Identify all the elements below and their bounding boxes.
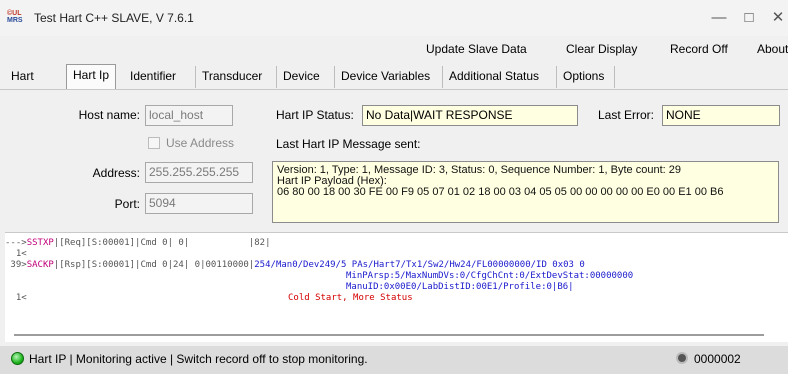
message-payload-hex: 06 80 00 18 00 30 FE 00 F9 05 07 01 02 1… [277,186,724,198]
log-arrow: ---> [5,238,27,248]
host-name-label: Host name: [78,108,140,122]
log-sackp: SACKP [26,260,54,270]
tab-separator [614,66,616,88]
log-sstxp: SSTXP [26,238,54,248]
last-error-label: Last Error: [598,108,655,122]
logo-line1: ©UL [7,10,22,17]
tab-options[interactable]: Options [556,66,610,88]
log-count: 39> [5,260,27,270]
use-address-checkbox[interactable] [148,137,160,149]
window-title: Test Hart C++ SLAVE, V 7.6.1 [34,11,194,25]
maximize-icon[interactable]: □ [734,8,764,28]
title-bar: ©UL MRS Test Hart C++ SLAVE, V 7.6.1 — □… [0,0,788,36]
port-input[interactable]: 5094 [145,193,253,214]
clear-display-button[interactable]: Clear Display [566,42,637,56]
message-counter: 0000002 [694,352,741,366]
log-decoded-line: 254/Man0/Dev249/5 PAs/Hart7/Tx1/Sw2/Hw24… [254,260,585,270]
log-response-line: |[Rsp][S:00001]|Cmd 0|24| 0|00110000| [53,260,255,270]
tab-additional-status[interactable]: Additional Status [442,66,545,88]
log-status-text: Cold Start, More Status [288,293,413,303]
last-message-box: Version: 1, Type: 1, Message ID: 3, Stat… [272,161,779,223]
tab-strip-border [0,89,788,90]
tab-hart-ip[interactable]: Hart Ip [66,64,117,89]
app-window: ©UL MRS Test Hart C++ SLAVE, V 7.6.1 — □… [0,0,788,374]
hart-ip-status-label: Hart IP Status: [276,108,354,122]
last-message-label: Last Hart IP Message sent: [276,137,421,151]
log-line: 1< [5,249,27,259]
log-horizontal-scrollbar[interactable] [14,334,764,336]
address-label: Address: [92,166,140,180]
tab-identifier[interactable]: Identifier [124,66,182,88]
log-request-line: |[Req][S:00001]|Cmd 0| 0| |82| [53,238,271,248]
status-led-icon [11,352,24,365]
record-off-button[interactable]: Record Off [670,42,728,56]
counter-icon [676,352,688,364]
close-icon[interactable]: ✕ [763,8,788,28]
about-button[interactable]: About [757,42,788,56]
logo-line2: MRS [7,17,23,24]
tab-device-variables[interactable]: Device Variables [334,66,436,88]
app-logo: ©UL MRS [7,10,27,26]
tab-device[interactable]: Device [276,66,326,88]
status-text: Hart IP | Monitoring active | Switch rec… [29,352,368,366]
minimize-icon[interactable]: — [704,8,734,28]
last-error-field: NONE [662,105,780,126]
tab-hart[interactable]: Hart [5,66,40,88]
tab-transducer[interactable]: Transducer [195,66,268,88]
use-address-label: Use Address [166,136,235,150]
host-name-input[interactable]: local_host [145,105,233,126]
port-label: Port: [114,197,140,211]
traffic-log[interactable]: --->SSTXP|[Req][S:00001]|Cmd 0| 0| |82| … [5,232,788,342]
log-decoded-line: ManuID:0x00E0/LabDistID:00E1/Profile:0|B… [346,282,574,292]
address-input[interactable]: 255.255.255.255 [145,162,253,183]
update-slave-data-button[interactable]: Update Slave Data [426,42,527,56]
log-line: 1< [5,293,27,303]
log-decoded-line: MinPArsp:5/MaxNumDVs:0/CfgChCnt:0/ExtDev… [346,271,634,281]
hart-ip-status-field: No Data|WAIT RESPONSE [362,105,578,126]
